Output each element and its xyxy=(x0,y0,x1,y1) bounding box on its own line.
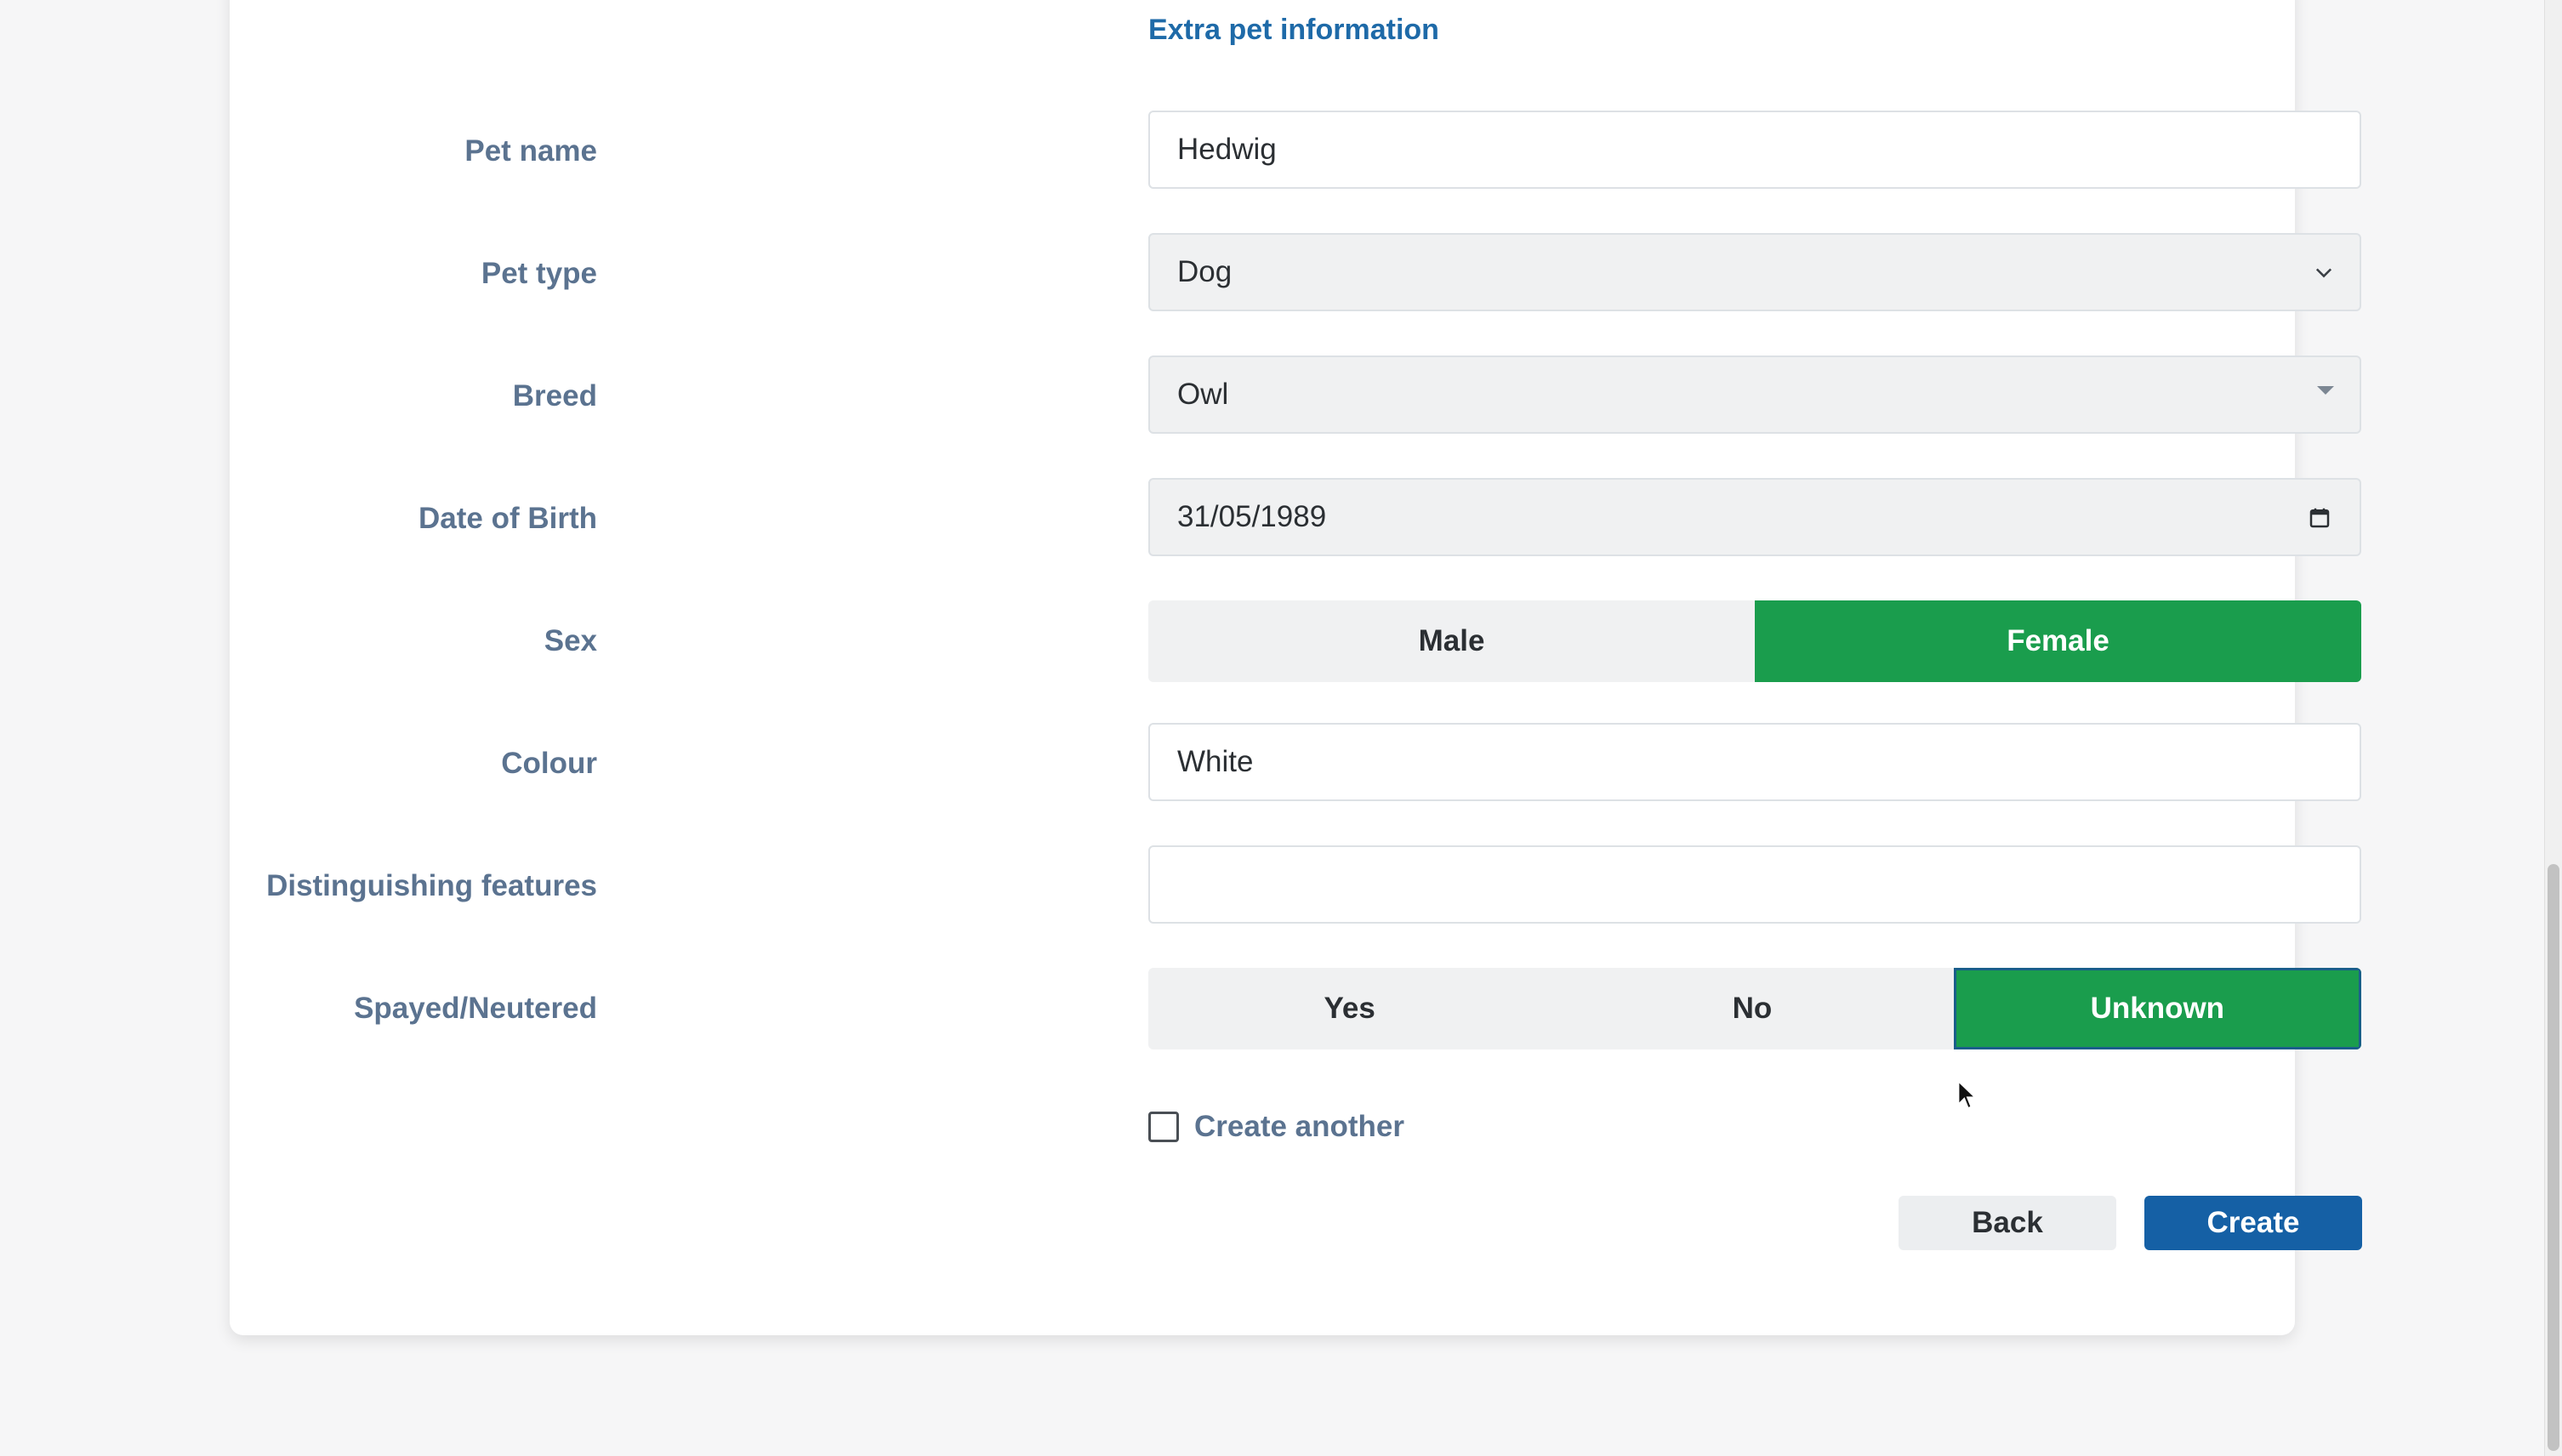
spayed-option-unknown[interactable]: Unknown xyxy=(1953,968,2361,1049)
back-button[interactable]: Back xyxy=(1899,1196,2116,1250)
pet-name-value: Hedwig xyxy=(1177,133,1277,166)
dob-value: 31/05/1989 xyxy=(1177,500,1327,533)
breed-value: Owl xyxy=(1177,378,1229,411)
create-another-checkbox[interactable] xyxy=(1148,1112,1179,1142)
colour-label: Colour xyxy=(501,747,597,780)
create-another-row[interactable]: Create another xyxy=(1148,1110,1404,1144)
sex-option-male[interactable]: Male xyxy=(1148,600,1755,682)
features-label: Distinguishing features xyxy=(266,869,597,902)
section-title: Extra pet information xyxy=(1148,14,1439,46)
spayed-label: Spayed/Neutered xyxy=(354,992,597,1025)
colour-input[interactable]: White xyxy=(1148,723,2361,801)
pet-name-label: Pet name xyxy=(464,134,597,168)
pet-form-card: Extra pet information Pet name Hedwig Pe… xyxy=(230,0,2362,1335)
pet-type-select[interactable]: Dog xyxy=(1148,233,2361,311)
calendar-icon[interactable] xyxy=(2307,505,2332,531)
sex-toggle-group: Male Female xyxy=(1148,600,2361,682)
create-button[interactable]: Create xyxy=(2144,1196,2362,1250)
spayed-option-no[interactable]: No xyxy=(1551,968,1953,1049)
pet-name-input[interactable]: Hedwig xyxy=(1148,111,2361,189)
pet-type-value: Dog xyxy=(1177,255,1233,288)
colour-value: White xyxy=(1177,745,1254,778)
dob-input[interactable]: 31/05/1989 xyxy=(1148,478,2361,556)
breed-select[interactable]: Owl xyxy=(1148,355,2361,434)
caret-down-icon xyxy=(2317,386,2334,395)
scrollbar-track[interactable] xyxy=(2544,0,2562,1456)
breed-label: Breed xyxy=(512,379,597,412)
create-another-label[interactable]: Create another xyxy=(1194,1110,1404,1144)
dob-label: Date of Birth xyxy=(418,502,597,535)
mouse-cursor-icon xyxy=(1957,1080,1978,1110)
sex-option-female[interactable]: Female xyxy=(1755,600,2361,682)
scrollbar-thumb[interactable] xyxy=(2548,864,2559,1451)
features-input[interactable] xyxy=(1148,845,2361,924)
spayed-option-yes[interactable]: Yes xyxy=(1148,968,1551,1049)
sex-label: Sex xyxy=(544,624,597,657)
chevron-down-icon xyxy=(2315,268,2332,278)
spayed-toggle-group: Yes No Unknown xyxy=(1148,968,2361,1049)
pet-type-label: Pet type xyxy=(481,257,597,290)
page: Extra pet information Pet name Hedwig Pe… xyxy=(0,0,2562,1456)
